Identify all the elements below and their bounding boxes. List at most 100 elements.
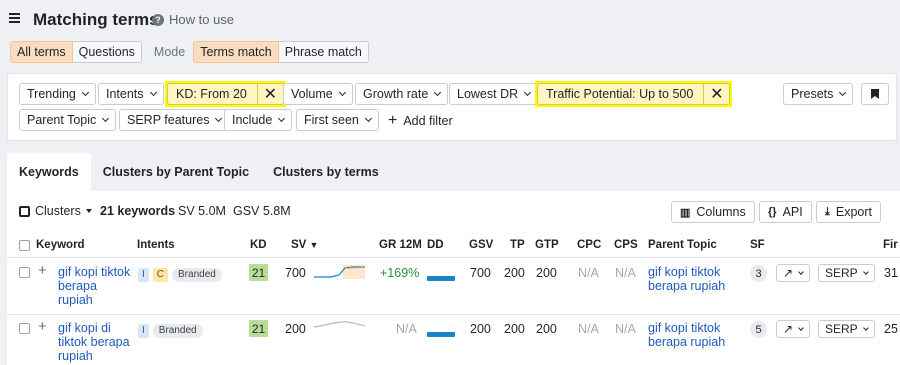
sv-value: 200 <box>285 322 306 336</box>
add-filter-button[interactable]: + Add filter <box>388 113 453 129</box>
include-filter[interactable]: Include <box>224 109 293 131</box>
select-all-checkbox[interactable] <box>19 240 30 251</box>
keyword-link[interactable]: gif kopi di tiktok berapa rupiah <box>58 321 133 363</box>
tab-all-terms[interactable]: All terms <box>10 41 73 63</box>
tab-questions[interactable]: Questions <box>72 41 142 63</box>
terms-match-button[interactable]: Terms match <box>193 41 279 63</box>
plus-icon: + <box>388 112 398 129</box>
col-cps[interactable]: CPS <box>614 239 638 251</box>
traffic-potential-filter[interactable]: Traffic Potential: Up to 500 ✕ <box>535 81 733 107</box>
tab-clusters-parent-topic[interactable]: Clusters by Parent Topic <box>91 153 261 191</box>
col-dd[interactable]: DD <box>427 239 444 251</box>
col-cpc[interactable]: CPC <box>577 239 601 251</box>
api-label: API <box>782 205 803 219</box>
table-row: + gif kopi di tiktok berapa rupiah I Bran… <box>7 315 900 365</box>
total-sv: SV 5.0M <box>178 204 226 218</box>
tab-keywords[interactable]: Keywords <box>7 153 91 191</box>
chart-dropdown[interactable]: ↗ <box>776 320 811 338</box>
col-kd[interactable]: KD <box>250 239 267 251</box>
gsv-value: 700 <box>470 266 491 280</box>
chevron-down-icon <box>278 114 286 123</box>
intent-badges: I Branded <box>138 322 207 338</box>
col-parent-topic[interactable]: Parent Topic <box>648 239 717 251</box>
kd-badge: 21 <box>249 264 268 281</box>
col-gr12m[interactable]: GR 12M <box>379 239 422 251</box>
chevron-down-icon <box>862 268 869 275</box>
informational-badge: I <box>138 323 149 338</box>
sf-count: 3 <box>750 265 767 282</box>
serp-label: SERP <box>825 266 858 280</box>
lowest-dr-filter[interactable]: Lowest DR <box>449 83 539 105</box>
filter-panel: Trending Intents KD: From 20 ✕ Volume Gro… <box>7 73 897 141</box>
how-to-use-label: How to use <box>169 12 235 27</box>
growth-rate-filter[interactable]: Growth rate <box>355 83 449 105</box>
api-button[interactable]: {} API <box>759 201 812 223</box>
chart-icon: ↗ <box>783 266 794 280</box>
keyword-link[interactable]: gif kopi tiktok berapa rupiah <box>58 265 133 307</box>
parent-topic-link[interactable]: gif kopi tiktok berapa rupiah <box>648 321 738 349</box>
clusters-dropdown[interactable]: Clusters <box>19 204 92 218</box>
plus-icon[interactable]: + <box>38 262 47 279</box>
parent-topic-link[interactable]: gif kopi tiktok berapa rupiah <box>648 265 738 293</box>
chevron-down-icon <box>81 88 89 97</box>
table-toolbar: Clusters 21 keywords SV 5.0M GSV 5.8M ▥ C… <box>7 201 900 223</box>
col-intents[interactable]: Intents <box>137 239 175 251</box>
tab-clusters-terms[interactable]: Clusters by terms <box>261 153 391 191</box>
dd-bar <box>427 326 455 340</box>
gtp-value: 200 <box>536 266 557 280</box>
columns-button[interactable]: ▥ Columns <box>671 201 755 223</box>
col-gsv[interactable]: GSV <box>469 239 493 251</box>
chevron-down-icon <box>839 88 847 97</box>
serp-dropdown[interactable]: SERP <box>818 320 875 338</box>
serp-features-filter[interactable]: SERP features <box>119 109 230 131</box>
intent-badges: I C Branded <box>138 266 226 282</box>
col-tp[interactable]: TP <box>510 239 525 251</box>
chevron-down-icon <box>524 88 532 97</box>
gsv-value: 200 <box>470 322 491 336</box>
sv-value: 700 <box>285 266 306 280</box>
row-checkbox[interactable] <box>19 323 30 334</box>
sf-value: 3 <box>750 265 767 282</box>
first-seen-filter[interactable]: First seen <box>296 109 379 131</box>
chevron-down-icon <box>338 88 346 97</box>
col-sf[interactable]: SF <box>750 239 765 251</box>
intents-filter[interactable]: Intents <box>98 83 164 105</box>
menu-icon[interactable] <box>9 13 20 23</box>
how-to-use-link[interactable]: ? How to use <box>152 12 234 27</box>
columns-label: Columns <box>696 205 746 219</box>
first-seen-value: 31 <box>884 266 898 280</box>
parent-topic-filter[interactable]: Parent Topic <box>19 109 117 131</box>
kd-filter[interactable]: KD: From 20 ✕ <box>165 81 286 107</box>
lowest-dr-label: Lowest DR <box>457 87 519 101</box>
phrase-match-button[interactable]: Phrase match <box>278 41 369 63</box>
trend-line <box>313 321 365 328</box>
keyword-count: 21 keywords <box>100 204 176 218</box>
branded-badge: Branded <box>152 323 203 338</box>
col-sv[interactable]: SV ▼ <box>291 239 318 251</box>
tp-value: 200 <box>504 322 525 336</box>
trending-filter[interactable]: Trending <box>19 83 96 105</box>
commercial-badge: C <box>152 267 169 282</box>
export-label: Export <box>835 205 873 219</box>
col-gtp[interactable]: GTP <box>535 239 559 251</box>
trend-sparkline <box>313 321 365 328</box>
chart-dropdown[interactable]: ↗ <box>776 264 811 282</box>
plus-icon[interactable]: + <box>38 318 47 335</box>
presets-label: Presets <box>791 87 834 101</box>
volume-filter[interactable]: Volume <box>283 83 353 105</box>
serp-dropdown[interactable]: SERP <box>818 264 875 282</box>
col-keyword[interactable]: Keyword <box>36 239 85 251</box>
presets-button[interactable]: Presets <box>783 83 854 105</box>
bookmark-button[interactable] <box>861 83 889 105</box>
export-button[interactable]: ⤓ Export <box>816 201 882 223</box>
close-icon[interactable]: ✕ <box>703 83 729 105</box>
col-first-seen[interactable]: Fir <box>883 239 898 251</box>
cps-value: N/A <box>615 266 636 280</box>
download-icon: ⤓ <box>825 205 830 218</box>
close-icon[interactable]: ✕ <box>256 83 283 105</box>
clusters-label: Clusters <box>35 204 81 218</box>
first-seen-value: 25 <box>884 322 898 336</box>
mode-label: Mode <box>153 45 186 59</box>
row-checkbox[interactable] <box>19 267 30 278</box>
trend-sparkline <box>314 265 365 279</box>
